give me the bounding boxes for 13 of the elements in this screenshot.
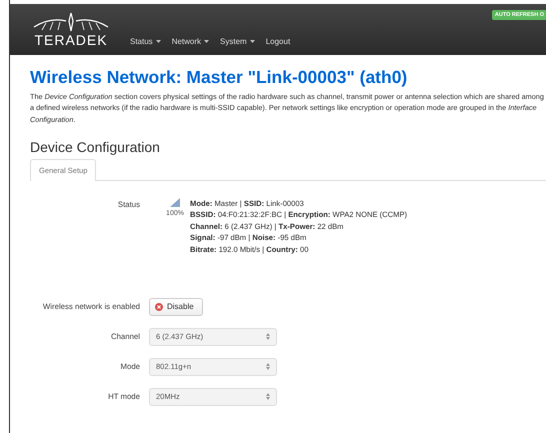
updown-arrows-icon xyxy=(266,363,270,370)
section-heading: Device Configuration xyxy=(30,138,161,155)
page-title: Wireless Network: Master "Link-00003" (ath0) xyxy=(30,67,408,88)
updown-arrows-icon xyxy=(266,333,270,340)
logo-text: TERADEK xyxy=(34,33,108,47)
nav-menu-item[interactable]: Status xyxy=(130,37,161,46)
nav-menu-item[interactable]: Network xyxy=(172,37,210,46)
disable-button[interactable]: Disable xyxy=(149,298,203,316)
close-icon xyxy=(155,302,163,311)
nav-menu-item[interactable]: System xyxy=(220,37,255,46)
signal-icon xyxy=(170,198,180,207)
updown-arrows-icon xyxy=(266,393,270,400)
nav-menu-item[interactable]: Logout xyxy=(266,37,290,46)
